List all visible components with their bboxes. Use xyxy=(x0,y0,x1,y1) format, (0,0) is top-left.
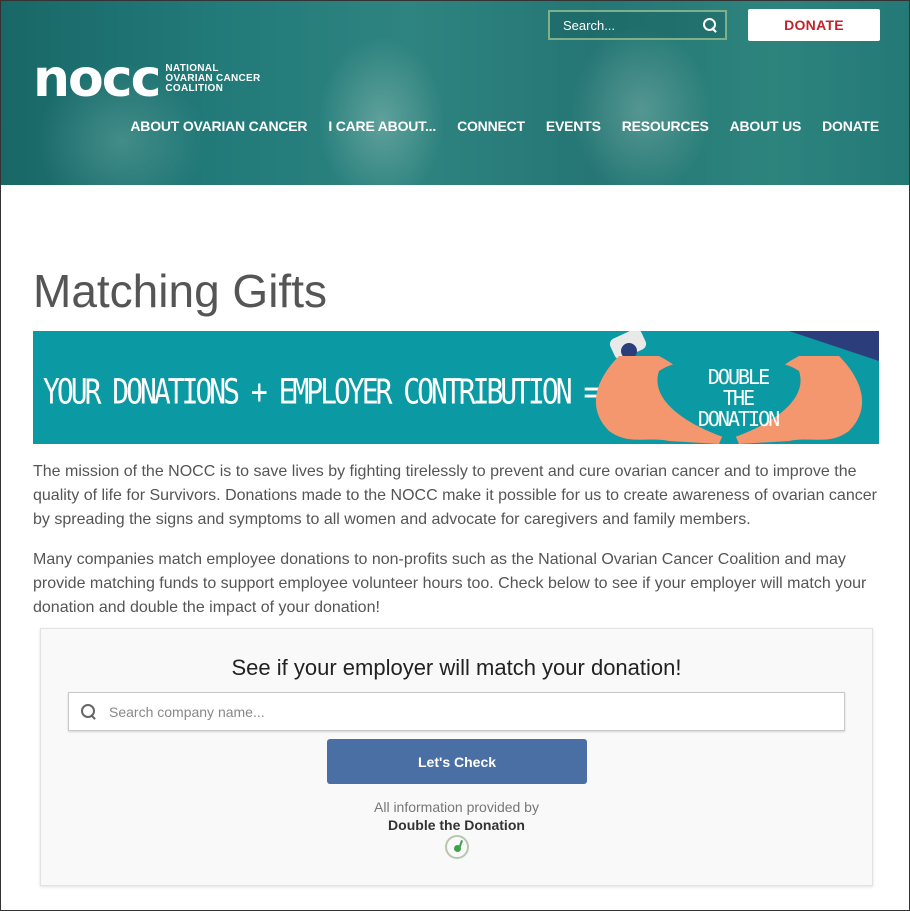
company-search-input[interactable] xyxy=(109,703,844,720)
logo-mark: nocc xyxy=(33,49,161,109)
logo-text: NATIONAL OVARIAN CANCER COALITION xyxy=(165,63,261,94)
matching-gifts-banner: YOUR DONATIONS + EMPLOYER CONTRIBUTION =… xyxy=(33,331,879,444)
site-search-placeholder: Search... xyxy=(563,17,616,33)
lets-check-button[interactable]: Let's Check xyxy=(327,739,587,784)
nav-about-ovarian-cancer[interactable]: ABOUT OVARIAN CANCER xyxy=(130,118,307,134)
banner-heart-text: DOUBLE THE DONATION xyxy=(697,365,780,431)
banner-equation-text: YOUR DONATIONS + EMPLOYER CONTRIBUTION = xyxy=(43,371,600,413)
hero-header: nocc NATIONAL OVARIAN CANCER COALITION S… xyxy=(1,1,909,185)
provider-name[interactable]: Double the Donation xyxy=(41,817,872,833)
donate-button[interactable]: DONATE xyxy=(748,9,880,41)
mission-paragraph: The mission of the NOCC is to save lives… xyxy=(33,463,877,528)
employer-match-widget: See if your employer will match your don… xyxy=(40,628,873,886)
double-the-donation-logo-icon[interactable] xyxy=(445,835,469,859)
main-nav: ABOUT OVARIAN CANCER I CARE ABOUT... CON… xyxy=(109,118,879,134)
provided-by-label: All information provided by xyxy=(374,799,539,815)
nocc-logo[interactable]: nocc NATIONAL OVARIAN CANCER COALITION xyxy=(33,53,261,105)
nav-donate[interactable]: DONATE xyxy=(822,118,879,134)
nav-events[interactable]: EVENTS xyxy=(546,118,601,134)
nav-resources[interactable]: RESOURCES xyxy=(622,118,709,134)
nav-about-us[interactable]: ABOUT US xyxy=(730,118,802,134)
nav-connect[interactable]: CONNECT xyxy=(457,118,525,134)
search-icon[interactable] xyxy=(703,18,717,32)
company-search-field[interactable] xyxy=(68,692,845,731)
search-icon xyxy=(81,703,97,720)
matching-info-paragraph: Many companies match employee donations … xyxy=(33,551,867,616)
page-title: Matching Gifts xyxy=(33,265,327,317)
nav-i-care-about[interactable]: I CARE ABOUT... xyxy=(328,118,436,134)
site-search-input[interactable]: Search... xyxy=(548,10,727,40)
widget-title: See if your employer will match your don… xyxy=(231,655,682,680)
